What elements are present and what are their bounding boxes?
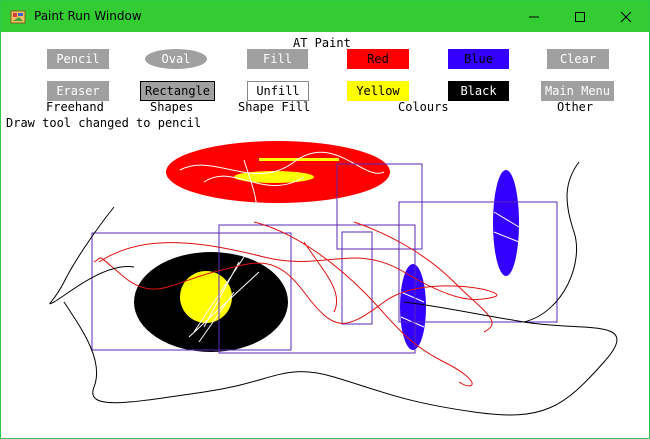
black-scribble — [49, 161, 618, 416]
title-bar[interactable]: Paint Run Window — [1, 1, 649, 32]
paint-run-window: Paint Run Window AT Paint Pencil Oval Fi… — [0, 0, 650, 439]
paint-surface[interactable]: AT Paint Pencil Oval Fill Red Blue Clear… — [4, 32, 649, 438]
close-button[interactable] — [603, 1, 649, 32]
blue-oval-right — [493, 170, 519, 276]
close-icon — [620, 11, 632, 23]
yellow-filled-circle — [180, 271, 232, 323]
paint-app-icon — [10, 10, 26, 24]
window-title: Paint Run Window — [34, 9, 142, 23]
maximize-icon — [575, 12, 585, 22]
maximize-button[interactable] — [557, 1, 603, 32]
minimize-button[interactable] — [511, 1, 557, 32]
minimize-icon — [529, 16, 539, 18]
user-drawing — [49, 141, 618, 416]
